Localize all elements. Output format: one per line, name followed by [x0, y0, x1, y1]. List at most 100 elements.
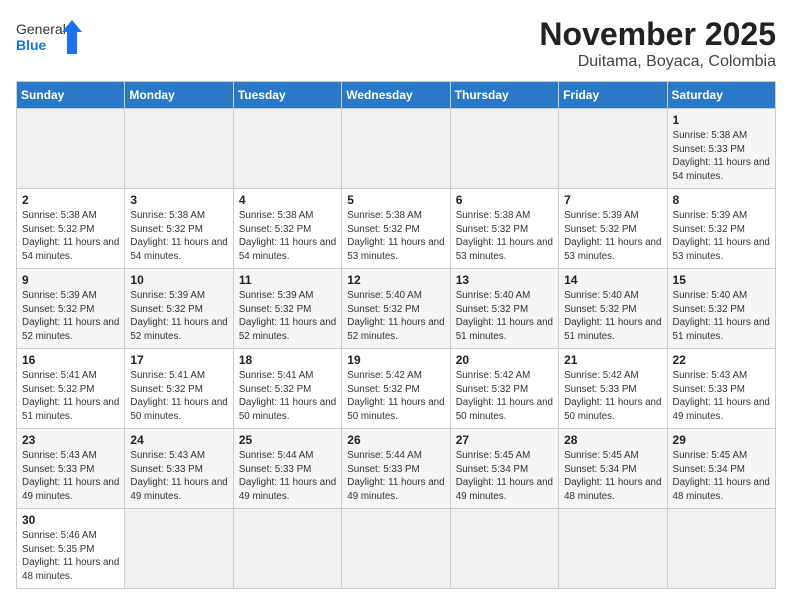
day-number: 18 — [239, 353, 336, 367]
day-info: Sunrise: 5:39 AMSunset: 5:32 PMDaylight:… — [239, 289, 336, 344]
calendar-cell — [233, 509, 341, 589]
calendar-cell: 25Sunrise: 5:44 AMSunset: 5:33 PMDayligh… — [233, 429, 341, 509]
calendar-cell — [125, 509, 233, 589]
logo: General Blue — [16, 16, 86, 60]
day-info: Sunrise: 5:41 AMSunset: 5:32 PMDaylight:… — [22, 369, 119, 424]
day-info: Sunrise: 5:42 AMSunset: 5:32 PMDaylight:… — [347, 369, 444, 424]
calendar-cell — [450, 509, 558, 589]
calendar-cell: 22 Sunrise: 5:43 AMSunset: 5:33 PMDayligh… — [667, 349, 775, 429]
calendar-cell: 3Sunrise: 5:38 AMSunset: 5:32 PMDaylight… — [125, 189, 233, 269]
day-header-thursday: Thursday — [450, 82, 558, 109]
calendar-cell: 10Sunrise: 5:39 AMSunset: 5:32 PMDayligh… — [125, 269, 233, 349]
day-number: 19 — [347, 353, 444, 367]
day-info: Sunrise: 5:38 AMSunset: 5:32 PMDaylight:… — [130, 209, 227, 264]
day-number: 4 — [239, 193, 336, 207]
calendar-week-6: 30 Sunrise: 5:46 AMSunset: 5:35 PMDayligh… — [17, 509, 776, 589]
day-number: 11 — [239, 273, 336, 287]
calendar-cell: 23 Sunrise: 5:43 AMSunset: 5:33 PMDayligh… — [17, 429, 125, 509]
calendar-header-row: SundayMondayTuesdayWednesdayThursdayFrid… — [17, 82, 776, 109]
svg-text:Blue: Blue — [16, 37, 47, 53]
svg-text:General: General — [16, 21, 66, 37]
calendar-table: SundayMondayTuesdayWednesdayThursdayFrid… — [16, 81, 776, 589]
day-number: 27 — [456, 433, 553, 447]
calendar-cell: 30 Sunrise: 5:46 AMSunset: 5:35 PMDayligh… — [17, 509, 125, 589]
calendar-cell — [125, 109, 233, 189]
day-number: 28 — [564, 433, 661, 447]
logo-svg: General Blue — [16, 16, 86, 60]
calendar-cell: 27 Sunrise: 5:45 AMSunset: 5:34 PMDayligh… — [450, 429, 558, 509]
day-info: Sunrise: 5:45 AMSunset: 5:34 PMDaylight:… — [673, 449, 770, 504]
day-info: Sunrise: 5:39 AMSunset: 5:32 PMDaylight:… — [673, 209, 770, 264]
calendar-week-4: 16 Sunrise: 5:41 AMSunset: 5:32 PMDayligh… — [17, 349, 776, 429]
calendar-cell: 6 Sunrise: 5:38 AMSunset: 5:32 PMDaylight… — [450, 189, 558, 269]
day-number: 15 — [673, 273, 770, 287]
calendar-week-2: 2 Sunrise: 5:38 AMSunset: 5:32 PMDaylight… — [17, 189, 776, 269]
day-number: 17 — [130, 353, 227, 367]
calendar-cell: 4 Sunrise: 5:38 AMSunset: 5:32 PMDaylight… — [233, 189, 341, 269]
day-number: 2 — [22, 193, 119, 207]
day-number: 8 — [673, 193, 770, 207]
day-info: Sunrise: 5:46 AMSunset: 5:35 PMDaylight:… — [22, 529, 119, 584]
day-info: Sunrise: 5:38 AMSunset: 5:32 PMDaylight:… — [22, 209, 119, 264]
day-info: Sunrise: 5:45 AMSunset: 5:34 PMDaylight:… — [456, 449, 553, 504]
calendar-cell: 28 Sunrise: 5:45 AMSunset: 5:34 PMDayligh… — [559, 429, 667, 509]
calendar-cell: 24Sunrise: 5:43 AMSunset: 5:33 PMDayligh… — [125, 429, 233, 509]
calendar-cell: 21Sunrise: 5:42 AMSunset: 5:33 PMDayligh… — [559, 349, 667, 429]
calendar-cell: 12 Sunrise: 5:40 AMSunset: 5:32 PMDayligh… — [342, 269, 450, 349]
day-info: Sunrise: 5:40 AMSunset: 5:32 PMDaylight:… — [456, 289, 553, 344]
day-info: Sunrise: 5:44 AMSunset: 5:33 PMDaylight:… — [239, 449, 336, 504]
day-info: Sunrise: 5:42 AMSunset: 5:32 PMDaylight:… — [456, 369, 553, 424]
calendar-cell — [342, 109, 450, 189]
calendar-cell: 1Sunrise: 5:38 AMSunset: 5:33 PMDaylight… — [667, 109, 775, 189]
calendar-cell — [559, 509, 667, 589]
day-header-friday: Friday — [559, 82, 667, 109]
day-number: 13 — [456, 273, 553, 287]
day-info: Sunrise: 5:39 AMSunset: 5:32 PMDaylight:… — [22, 289, 119, 344]
calendar-cell — [17, 109, 125, 189]
calendar-cell: 8 Sunrise: 5:39 AMSunset: 5:32 PMDaylight… — [667, 189, 775, 269]
day-info: Sunrise: 5:40 AMSunset: 5:32 PMDaylight:… — [564, 289, 661, 344]
title-area: November 2025 Duitama, Boyaca, Colombia — [539, 16, 776, 71]
day-number: 6 — [456, 193, 553, 207]
day-number: 26 — [347, 433, 444, 447]
day-header-monday: Monday — [125, 82, 233, 109]
day-info: Sunrise: 5:38 AMSunset: 5:32 PMDaylight:… — [347, 209, 444, 264]
day-number: 12 — [347, 273, 444, 287]
day-info: Sunrise: 5:40 AMSunset: 5:32 PMDaylight:… — [673, 289, 770, 344]
calendar-cell: 19 Sunrise: 5:42 AMSunset: 5:32 PMDayligh… — [342, 349, 450, 429]
day-info: Sunrise: 5:39 AMSunset: 5:32 PMDaylight:… — [564, 209, 661, 264]
day-number: 14 — [564, 273, 661, 287]
calendar-cell: 16 Sunrise: 5:41 AMSunset: 5:32 PMDayligh… — [17, 349, 125, 429]
day-number: 22 — [673, 353, 770, 367]
calendar-cell: 13 Sunrise: 5:40 AMSunset: 5:32 PMDayligh… — [450, 269, 558, 349]
day-header-saturday: Saturday — [667, 82, 775, 109]
day-info: Sunrise: 5:41 AMSunset: 5:32 PMDaylight:… — [130, 369, 227, 424]
calendar-cell — [233, 109, 341, 189]
month-title: November 2025 — [539, 16, 776, 53]
day-info: Sunrise: 5:39 AMSunset: 5:32 PMDaylight:… — [130, 289, 227, 344]
day-info: Sunrise: 5:40 AMSunset: 5:32 PMDaylight:… — [347, 289, 444, 344]
day-header-tuesday: Tuesday — [233, 82, 341, 109]
day-info: Sunrise: 5:43 AMSunset: 5:33 PMDaylight:… — [673, 369, 770, 424]
day-info: Sunrise: 5:41 AMSunset: 5:32 PMDaylight:… — [239, 369, 336, 424]
day-number: 16 — [22, 353, 119, 367]
calendar-week-5: 23 Sunrise: 5:43 AMSunset: 5:33 PMDayligh… — [17, 429, 776, 509]
day-info: Sunrise: 5:45 AMSunset: 5:34 PMDaylight:… — [564, 449, 661, 504]
day-number: 30 — [22, 513, 119, 527]
calendar-cell: 14 Sunrise: 5:40 AMSunset: 5:32 PMDayligh… — [559, 269, 667, 349]
day-info: Sunrise: 5:43 AMSunset: 5:33 PMDaylight:… — [22, 449, 119, 504]
day-info: Sunrise: 5:38 AMSunset: 5:32 PMDaylight:… — [456, 209, 553, 264]
day-number: 23 — [22, 433, 119, 447]
day-info: Sunrise: 5:44 AMSunset: 5:33 PMDaylight:… — [347, 449, 444, 504]
page-header: General Blue November 2025 Duitama, Boya… — [16, 16, 776, 71]
location-title: Duitama, Boyaca, Colombia — [539, 53, 776, 71]
calendar-cell — [667, 509, 775, 589]
day-info: Sunrise: 5:38 AMSunset: 5:32 PMDaylight:… — [239, 209, 336, 264]
day-number: 20 — [456, 353, 553, 367]
day-number: 7 — [564, 193, 661, 207]
day-header-wednesday: Wednesday — [342, 82, 450, 109]
calendar-cell — [450, 109, 558, 189]
calendar-week-3: 9Sunrise: 5:39 AMSunset: 5:32 PMDaylight… — [17, 269, 776, 349]
calendar-cell: 9Sunrise: 5:39 AMSunset: 5:32 PMDaylight… — [17, 269, 125, 349]
calendar-cell: 2 Sunrise: 5:38 AMSunset: 5:32 PMDaylight… — [17, 189, 125, 269]
